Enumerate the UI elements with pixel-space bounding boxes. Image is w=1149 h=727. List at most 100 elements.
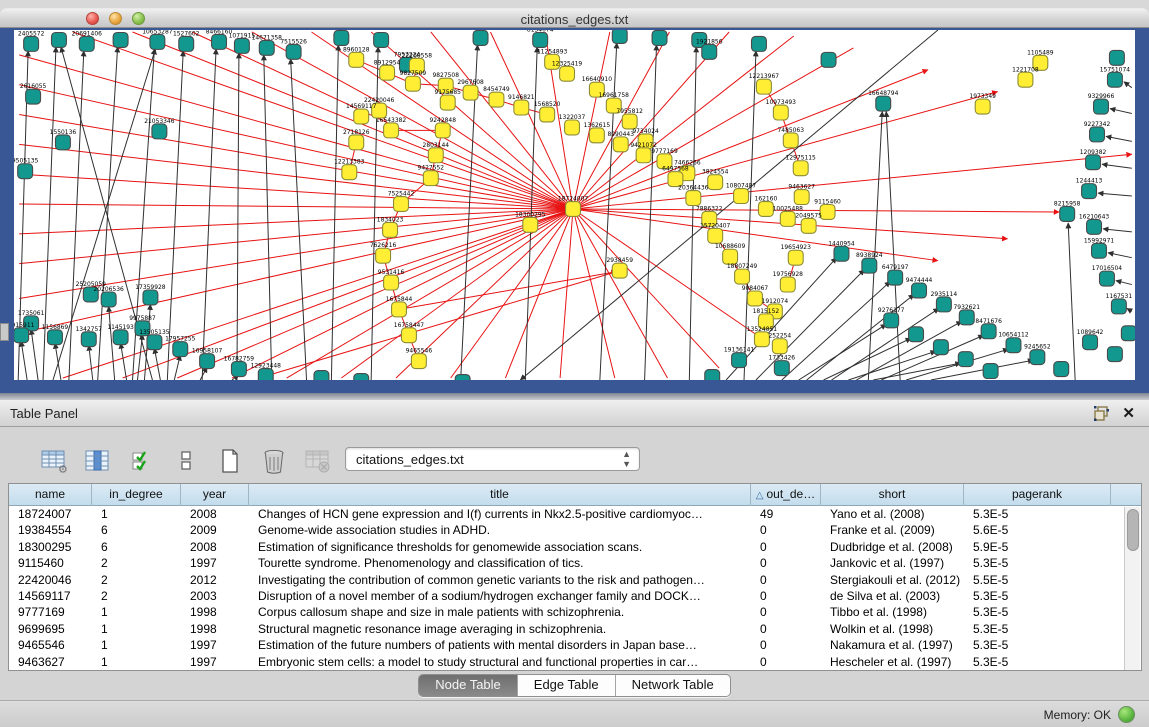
graph-node[interactable]: 8134074 xyxy=(527,30,554,47)
table-row[interactable]: 969969511998Structural magnetic resonanc… xyxy=(9,621,1141,637)
column-header-out_degree[interactable]: △out_de… xyxy=(751,484,821,506)
graph-node[interactable]: 2718126 xyxy=(343,129,370,150)
selection-mode-icon[interactable] xyxy=(128,447,156,475)
column-header-short[interactable]: short xyxy=(821,484,964,506)
table-mode-icon[interactable]: ⚙ xyxy=(40,447,68,475)
graph-node[interactable] xyxy=(314,371,329,380)
graph-node[interactable]: 16543382 xyxy=(376,117,407,138)
graph-node[interactable]: 1342757 xyxy=(76,326,103,347)
graph-node[interactable]: 12975115 xyxy=(786,155,817,176)
graph-node[interactable]: 1089642 xyxy=(1077,329,1104,350)
graph-node[interactable] xyxy=(354,374,369,380)
graph-node[interactable]: 19136141 xyxy=(724,347,755,368)
graph-node[interactable]: 14671358 xyxy=(252,34,283,55)
graph-node[interactable]: 2049575 xyxy=(795,212,822,233)
graph-node[interactable] xyxy=(374,32,389,47)
graph-node[interactable] xyxy=(1109,50,1124,65)
graph-node[interactable]: 10688609 xyxy=(715,243,746,264)
table-row[interactable]: 1872400712008Changes of HCN gene express… xyxy=(9,506,1141,522)
graph-node[interactable]: 16648794 xyxy=(868,90,899,111)
table-row[interactable]: 2242004622012Investigating the contribut… xyxy=(9,572,1141,588)
table-row[interactable]: 1830029562008Estimation of significance … xyxy=(9,539,1141,555)
column-header-in_degree[interactable]: in_degree xyxy=(92,484,181,506)
graph-node[interactable]: 9329966 xyxy=(1088,93,1115,114)
graph-node[interactable]: 2616055 xyxy=(20,83,47,104)
table-row[interactable]: 1938455462009Genome-wide association stu… xyxy=(9,522,1141,538)
column-header-title[interactable]: title xyxy=(249,484,751,506)
graph-node[interactable] xyxy=(751,36,766,51)
graph-node[interactable] xyxy=(51,32,66,47)
delete-columns-icon[interactable] xyxy=(260,447,288,475)
graph-node[interactable]: 10807487 xyxy=(726,183,757,204)
graph-node[interactable]: 15751074 xyxy=(1100,66,1131,87)
graph-node[interactable] xyxy=(473,30,488,45)
graph-node[interactable]: 9227342 xyxy=(1084,121,1111,142)
graph-node[interactable]: 6479197 xyxy=(882,264,909,285)
graph-node[interactable] xyxy=(113,32,128,47)
graph-node[interactable] xyxy=(1121,326,1135,341)
graph-node[interactable]: 9531416 xyxy=(378,269,405,290)
graph-node[interactable]: 15720407 xyxy=(700,222,731,243)
graph-node[interactable]: 7525442 xyxy=(388,191,415,212)
column-header-name[interactable]: name xyxy=(9,484,92,506)
graph-node[interactable]: 7485063 xyxy=(778,127,805,148)
create-column-icon[interactable] xyxy=(216,447,244,475)
graph-node[interactable]: 1322037 xyxy=(559,114,586,135)
network-view[interactable]: 1872400724055722069140610653287152760284… xyxy=(14,30,1135,380)
graph-node[interactable]: 2803144 xyxy=(423,142,450,163)
row-height-icon[interactable] xyxy=(172,447,200,475)
graph-node[interactable]: 9276177 xyxy=(878,307,905,328)
column-header-pagerank[interactable]: pagerank xyxy=(964,484,1111,506)
graph-node[interactable]: 12325419 xyxy=(552,60,583,81)
scrollbar-thumb[interactable] xyxy=(1127,509,1139,551)
graph-node[interactable]: 15992971 xyxy=(1084,237,1115,258)
graph-node[interactable]: 19756928 xyxy=(773,271,804,292)
graph-node[interactable] xyxy=(821,52,836,67)
column-header-year[interactable]: year xyxy=(181,484,249,506)
graph-node[interactable] xyxy=(705,370,720,380)
table-selector-dropdown[interactable]: citations_edges.txt ▲▼ xyxy=(345,447,640,471)
graph-node[interactable] xyxy=(1054,362,1069,377)
graph-node[interactable]: 8215958 xyxy=(1054,200,1081,221)
graph-node[interactable] xyxy=(933,340,948,355)
graph-node[interactable]: 9463627 xyxy=(788,184,815,205)
graph-node[interactable]: 18807249 xyxy=(727,263,758,284)
graph-node[interactable] xyxy=(612,30,627,43)
graph-node[interactable]: 17016504 xyxy=(1092,265,1123,286)
graph-node[interactable]: 16210643 xyxy=(1079,213,1110,234)
graph-node[interactable]: 1440954 xyxy=(828,240,855,261)
graph-node[interactable] xyxy=(909,327,924,342)
graph-node[interactable]: 16758447 xyxy=(394,322,425,343)
graph-node[interactable]: 2405572 xyxy=(18,30,45,51)
table-row[interactable]: 946362711997Embryonic stem cells: a mode… xyxy=(9,654,1141,670)
graph-node[interactable]: 1527602 xyxy=(173,30,200,51)
graph-node[interactable]: 1244413 xyxy=(1076,178,1103,199)
vertical-scrollbar[interactable] xyxy=(1124,507,1140,670)
graph-node[interactable]: 16958107 xyxy=(192,348,223,369)
graph-node[interactable]: 12923448 xyxy=(251,363,282,380)
graph-node[interactable]: 1221708 xyxy=(1012,66,1039,87)
show-columns-icon[interactable] xyxy=(84,447,112,475)
window-titlebar[interactable]: citations_edges.txt xyxy=(0,8,1149,28)
table-row[interactable]: 977716911998Corpus callosum shape and si… xyxy=(9,604,1141,620)
graph-node[interactable]: 7515526 xyxy=(280,38,307,59)
graph-node[interactable]: 20364436 xyxy=(678,185,709,206)
graph-node[interactable] xyxy=(652,30,667,45)
graph-node[interactable] xyxy=(958,352,973,367)
graph-node[interactable]: 1550136 xyxy=(50,129,77,150)
graph-node[interactable]: 1921856 xyxy=(696,38,723,59)
graph-node[interactable] xyxy=(334,30,349,45)
table-row[interactable]: 946554611997Estimation of the future num… xyxy=(9,637,1141,653)
graph-node[interactable]: 8938924 xyxy=(856,252,883,273)
graph-node[interactable]: 1167531 xyxy=(1106,293,1133,314)
table-row[interactable]: 1456911722003Disruption of a novel membe… xyxy=(9,588,1141,604)
close-panel-icon[interactable]: ✕ xyxy=(1122,404,1135,422)
graph-node[interactable]: 9474444 xyxy=(906,277,933,298)
graph-node[interactable]: 1834023 xyxy=(377,216,404,237)
table-row[interactable]: 911546021997Tourette syndrome. Phenomeno… xyxy=(9,555,1141,571)
graph-node[interactable] xyxy=(983,364,998,379)
graph-node[interactable]: 10973493 xyxy=(766,99,797,120)
graph-node[interactable]: 12213967 xyxy=(749,73,780,94)
tab-edge-table[interactable]: Edge Table xyxy=(518,675,616,696)
graph-node[interactable]: 2938459 xyxy=(606,257,633,278)
